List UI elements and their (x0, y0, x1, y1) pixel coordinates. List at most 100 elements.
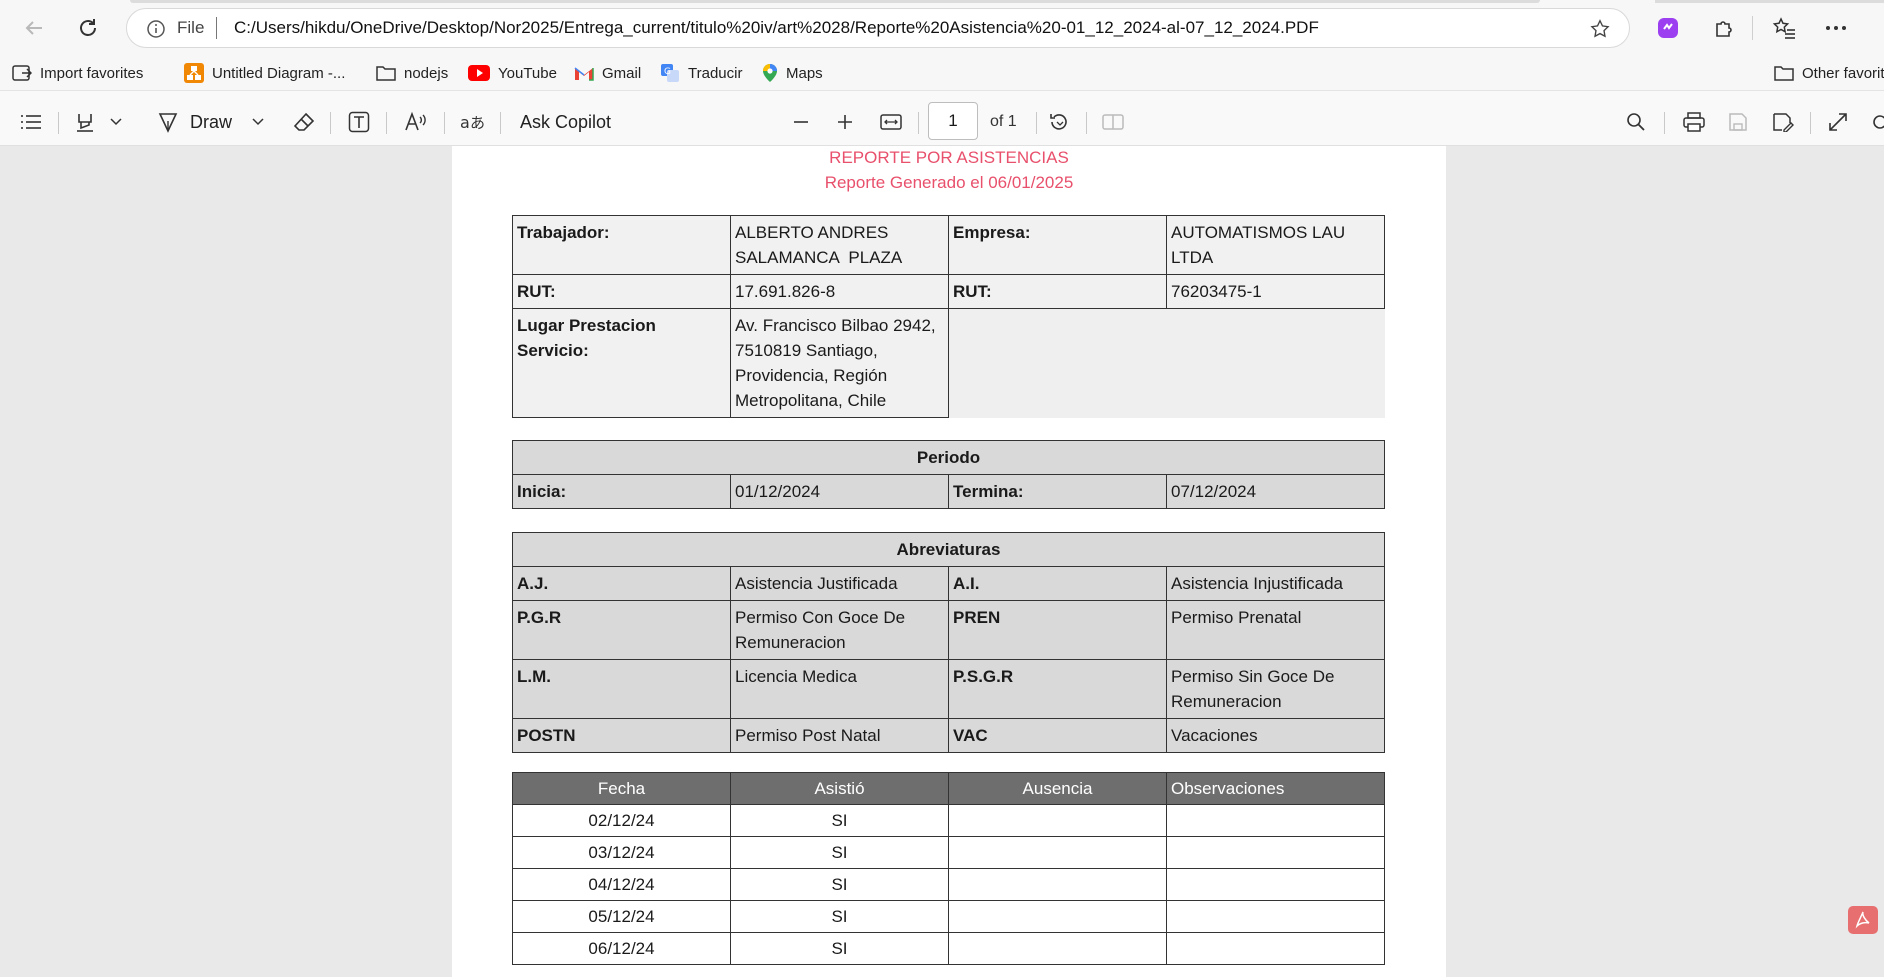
ausencia-cell (948, 868, 1167, 901)
ausencia-cell (948, 932, 1167, 965)
toolbar-divider (1036, 112, 1037, 134)
abbr-meaning: Permiso Prenatal (1166, 600, 1385, 660)
url-text[interactable]: C:/Users/hikdu/OneDrive/Desktop/Nor2025/… (234, 18, 1319, 38)
favorites-button[interactable] (1768, 12, 1800, 44)
list-icon (21, 115, 41, 129)
bookmark-maps[interactable]: Maps (762, 62, 823, 84)
empty-cell (948, 308, 1385, 418)
save-button[interactable] (1728, 106, 1748, 138)
report-title: REPORTE POR ASISTENCIAS (829, 148, 1069, 167)
rotate-button[interactable] (1048, 106, 1070, 138)
observaciones-cell (1166, 836, 1385, 869)
highlight-dropdown[interactable] (110, 106, 122, 138)
address-bar[interactable]: File C:/Users/hikdu/OneDrive/Desktop/Nor… (126, 8, 1630, 48)
svg-text:あ: あ (470, 114, 484, 132)
rotate-icon (1050, 114, 1067, 130)
print-button[interactable] (1683, 106, 1705, 138)
erase-button[interactable] (293, 106, 315, 138)
page-count: of 1 (990, 113, 1017, 130)
abbr-meaning: Vacaciones (1166, 718, 1385, 753)
acrobat-badge[interactable] (1848, 906, 1878, 934)
table-row: 04/12/24 SI (512, 868, 1385, 901)
trabajador-line: SALAMANCA PLAZA (735, 248, 903, 267)
more-menu-button[interactable] (1820, 12, 1852, 44)
youtube-icon (468, 65, 490, 81)
periodo-title: Periodo (511, 440, 1386, 475)
save-as-icon (1773, 113, 1794, 132)
bookmarks-bar: Import favorites Untitled Diagram -... n… (0, 56, 1884, 90)
gmail-icon (574, 67, 594, 81)
info-icon[interactable] (146, 19, 166, 39)
bookmark-youtube[interactable]: YouTube (468, 62, 557, 84)
bookmark-untitled-diagram[interactable]: Untitled Diagram -... (184, 62, 345, 84)
copilot-extension-button[interactable] (1652, 12, 1684, 44)
two-page-icon (1102, 114, 1124, 130)
chevron-down-icon (110, 118, 122, 126)
refresh-button[interactable] (68, 12, 108, 44)
table-row: 05/12/24 SI (512, 900, 1385, 933)
rut-label: RUT: (512, 274, 731, 309)
bookmark-nodejs[interactable]: nodejs (376, 62, 448, 84)
draw-button[interactable]: Draw (158, 106, 232, 138)
pin-toolbar-button[interactable] (1870, 106, 1884, 138)
contents-button[interactable] (20, 106, 42, 138)
highlight-button[interactable] (74, 106, 96, 138)
read-aloud-button[interactable] (404, 106, 428, 138)
page-number-input[interactable]: 1 (928, 102, 978, 140)
toolbar-divider (444, 112, 445, 134)
empresa-line: LTDA (1171, 248, 1214, 267)
favorites-list-icon (1772, 17, 1795, 39)
table-row: 06/12/24 SI (512, 932, 1385, 965)
pdf-viewer[interactable]: REPORTE POR ASISTENCIAS Reporte Generado… (0, 146, 1884, 977)
translate-button[interactable]: aあ (460, 106, 484, 138)
back-arrow-icon (25, 21, 42, 35)
fullscreen-button[interactable] (1828, 106, 1848, 138)
puzzle-icon (1716, 21, 1732, 37)
rut-empresa: 76203475-1 (1166, 274, 1385, 309)
lugar-value: Av. Francisco Bilbao 2942, 7510819 Santi… (730, 308, 949, 418)
empresa-label: Empresa: (948, 215, 1167, 275)
add-text-button[interactable] (348, 106, 370, 138)
pdf-page: REPORTE POR ASISTENCIAS Reporte Generado… (452, 146, 1446, 977)
tab-strip-edge-right (1655, 0, 1884, 3)
column-header: Ausencia (948, 772, 1167, 805)
ask-copilot-label: Ask Copilot (520, 111, 612, 132)
translate-text-icon: aあ (460, 113, 484, 132)
periodo-table: Periodo Inicia: 01/12/2024 Termina: 07/1… (511, 440, 1386, 509)
column-header: Asistió (730, 772, 949, 805)
svg-text:G: G (664, 67, 671, 77)
rut-trabajador: 17.691.826-8 (730, 274, 949, 309)
fecha-cell: 04/12/24 (512, 868, 731, 901)
translate-icon: G (661, 64, 679, 82)
ask-copilot-button[interactable]: Ask Copilot (520, 106, 611, 138)
zoom-in-button[interactable] (836, 106, 854, 138)
bookmark-other-favorites[interactable]: Other favorit (1774, 62, 1884, 84)
bookmark-import-favorites[interactable]: Import favorites (12, 62, 143, 84)
table-row: POSTN Permiso Post Natal VAC Vacaciones (512, 718, 1385, 753)
fecha-cell: 06/12/24 (512, 932, 731, 965)
lugar-label: Lugar Prestacion Servicio: (512, 308, 731, 418)
fit-width-button[interactable] (880, 106, 902, 138)
table-row: 02/12/24 SI (512, 804, 1385, 837)
address-line: Providencia, Región (735, 366, 888, 385)
page-view-button[interactable] (1102, 106, 1124, 138)
text-box-icon (348, 111, 370, 133)
favorite-star-icon[interactable] (1589, 18, 1611, 40)
read-aloud-icon (405, 111, 426, 131)
bookmark-label: Import favorites (40, 64, 144, 82)
save-as-button[interactable] (1772, 106, 1794, 138)
fecha-cell: 03/12/24 (512, 836, 731, 869)
extensions-button[interactable] (1708, 12, 1740, 44)
bookmark-traducir[interactable]: G Traducir (660, 62, 742, 84)
draw-dropdown[interactable] (252, 106, 264, 138)
rut-label: RUT: (948, 274, 1167, 309)
back-button[interactable] (14, 12, 54, 44)
bookmark-gmail[interactable]: Gmail (574, 62, 641, 84)
toolbar-divider (330, 112, 331, 134)
zoom-out-button[interactable] (792, 106, 810, 138)
bookmark-label: Maps (786, 64, 823, 82)
table-row: 03/12/24 SI (512, 836, 1385, 869)
svg-text:a: a (460, 113, 470, 132)
abbr-meaning: Permiso Post Natal (730, 718, 949, 753)
search-button[interactable] (1626, 106, 1646, 138)
